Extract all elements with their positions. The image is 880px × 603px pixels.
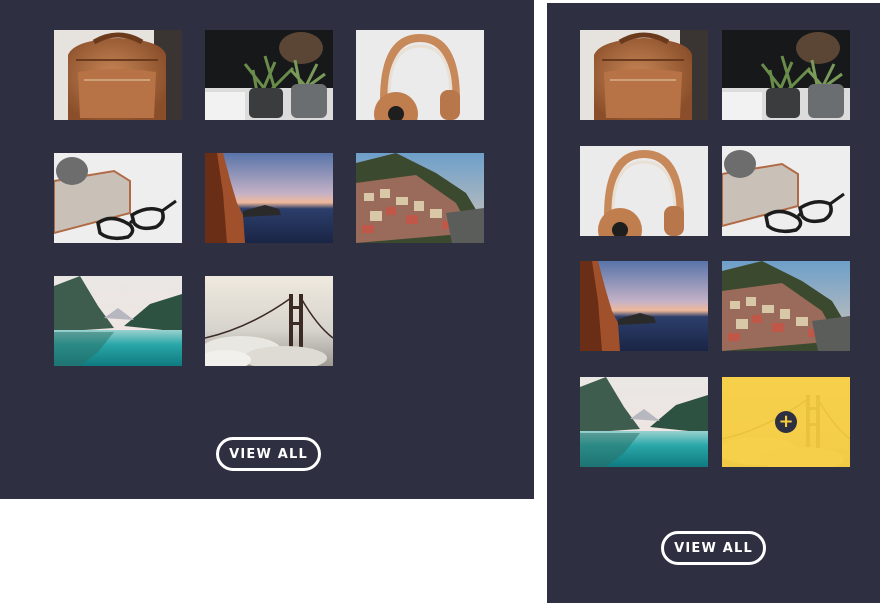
backpack-image (54, 30, 182, 120)
thumb-bridge-hovered[interactable]: + (722, 377, 850, 467)
thumb-headphones[interactable] (580, 146, 708, 236)
lake-image (580, 377, 708, 467)
village-image (722, 261, 850, 351)
thumb-plants[interactable] (722, 30, 850, 120)
gallery-panel-mobile: + VIEW ALL (547, 3, 880, 603)
plus-icon[interactable]: + (775, 411, 797, 433)
plants-image (205, 30, 333, 120)
headphones-image (356, 30, 484, 120)
thumb-cliff[interactable] (205, 153, 333, 243)
thumb-backpack[interactable] (580, 30, 708, 120)
headphones-image (580, 146, 708, 236)
gallery-panel-desktop: VIEW ALL (0, 0, 534, 499)
glasses-image (54, 153, 182, 243)
thumb-village[interactable] (356, 153, 484, 243)
thumb-plants[interactable] (205, 30, 333, 120)
thumb-glasses[interactable] (54, 153, 182, 243)
lake-image (54, 276, 182, 366)
village-image (356, 153, 484, 243)
cliff-image (205, 153, 333, 243)
plants-image (722, 30, 850, 120)
cliff-image (580, 261, 708, 351)
glasses-image (722, 146, 850, 236)
bridge-image (205, 276, 333, 366)
hover-overlay[interactable]: + (722, 377, 850, 467)
thumb-headphones[interactable] (356, 30, 484, 120)
thumb-bridge[interactable] (205, 276, 333, 366)
thumb-backpack[interactable] (54, 30, 182, 120)
thumb-lake[interactable] (54, 276, 182, 366)
thumb-lake[interactable] (580, 377, 708, 467)
thumb-cliff[interactable] (580, 261, 708, 351)
thumb-village[interactable] (722, 261, 850, 351)
backpack-image (580, 30, 708, 120)
view-all-button[interactable]: VIEW ALL (216, 437, 321, 471)
thumb-glasses[interactable] (722, 146, 850, 236)
view-all-button[interactable]: VIEW ALL (661, 531, 766, 565)
